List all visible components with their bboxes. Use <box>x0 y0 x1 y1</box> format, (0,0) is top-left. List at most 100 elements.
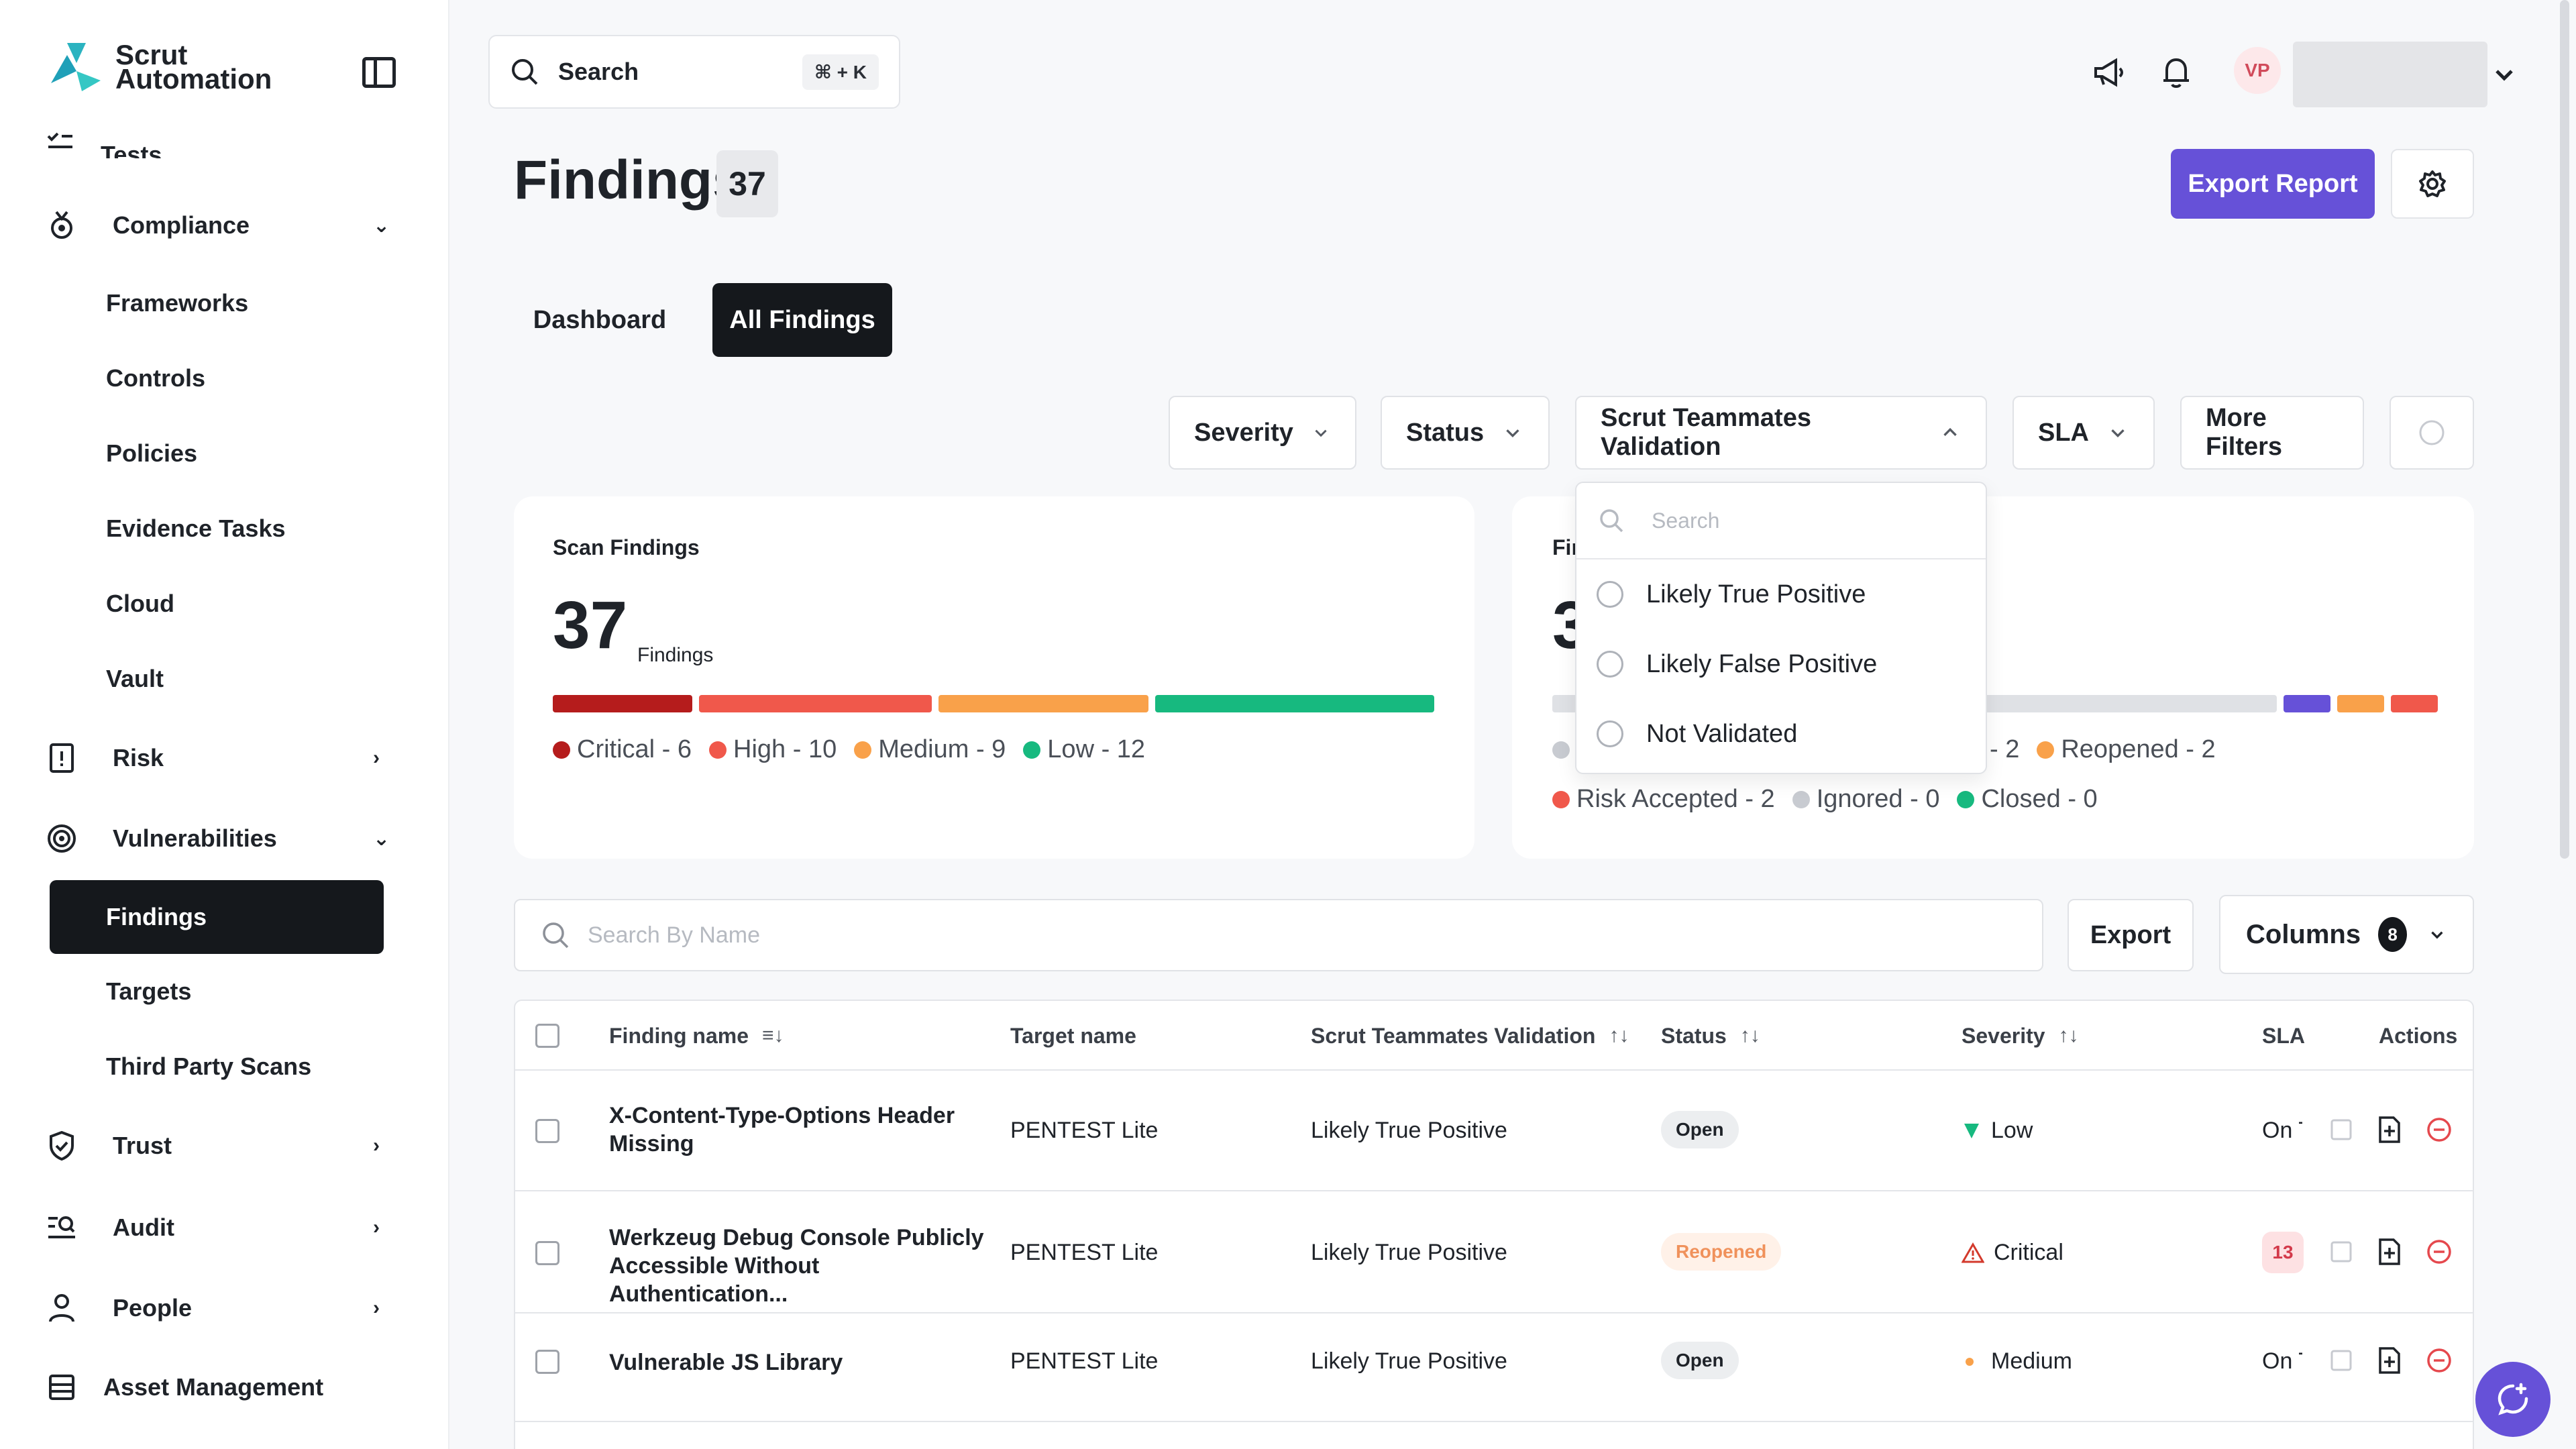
bell-icon[interactable] <box>2157 54 2195 91</box>
sidebar-item-risk[interactable]: Risk › <box>47 738 380 778</box>
gear-icon <box>2419 170 2446 197</box>
header-actions: Actions <box>2379 1023 2458 1048</box>
select-all-checkbox[interactable] <box>535 1024 559 1048</box>
tab-dashboard[interactable]: Dashboard <box>514 283 686 357</box>
sidebar-item-trust[interactable]: Trust › <box>47 1126 380 1166</box>
remove-icon[interactable] <box>2424 1115 2454 1144</box>
sidebar-item-third-party-scans[interactable]: Third Party Scans <box>106 1048 311 1085</box>
validation-value: Likely True Positive <box>1311 1348 1507 1374</box>
collapse-sidebar-icon[interactable] <box>362 57 396 88</box>
table-row[interactable]: X-Content-Type-Options Header Missing PE… <box>515 1071 2473 1191</box>
columns-button[interactable]: Columns 8 <box>2219 895 2474 974</box>
option-likely-false-positive[interactable]: Likely False Positive <box>1576 629 1986 699</box>
table-row[interactable]: Vulnerable JS Library PENTEST Lite Likel… <box>515 1315 2473 1422</box>
search-by-name-input[interactable]: Search By Name <box>514 899 2043 971</box>
logo[interactable]: Scrut Automation <box>47 40 272 94</box>
avatar[interactable]: VP <box>2234 47 2281 94</box>
filter-severity[interactable]: Severity <box>1169 396 1356 470</box>
sort-icon[interactable]: ↑↓ <box>1609 1024 1629 1047</box>
ticket-icon[interactable] <box>2326 1115 2356 1144</box>
user-name-placeholder[interactable] <box>2293 42 2487 107</box>
sidebar-item-audit-label: Audit <box>113 1214 174 1241</box>
ticket-icon[interactable] <box>2326 1237 2356 1267</box>
finding-name[interactable]: X-Content-Type-Options Header Missing <box>609 1102 985 1158</box>
settings-button[interactable] <box>2391 149 2474 219</box>
header-severity[interactable]: Severity ↑↓ <box>1962 1001 2079 1071</box>
status-bar-segment <box>2337 695 2384 712</box>
sidebar-item-vulnerabilities[interactable]: Vulnerabilities ⌄ <box>47 818 390 859</box>
page-scrollbar[interactable] <box>2560 0 2569 859</box>
option-likely-true-positive[interactable]: Likely True Positive <box>1576 559 1986 629</box>
sidebar-item-people[interactable]: People › <box>47 1288 380 1328</box>
row-checkbox[interactable] <box>535 1241 559 1265</box>
filter-severity-label: Severity <box>1194 418 1293 447</box>
page-title: Findings <box>514 150 743 211</box>
search-label: Search <box>558 58 639 85</box>
sidebar-item-cloud[interactable]: Cloud <box>106 585 174 623</box>
audit-search-icon <box>47 1213 76 1242</box>
remove-icon[interactable] <box>2424 1237 2454 1267</box>
sidebar: Scrut Automation Tests Compliance ⌄ Fram… <box>0 0 449 1449</box>
remove-icon[interactable] <box>2424 1346 2454 1375</box>
refresh-button[interactable] <box>2390 396 2474 470</box>
reopened-dot-icon <box>2037 741 2055 759</box>
filter-sla[interactable]: SLA <box>2012 396 2155 470</box>
chevron-right-icon: › <box>373 1216 380 1238</box>
filter-status[interactable]: Status <box>1381 396 1550 470</box>
ticket-icon[interactable] <box>2326 1346 2356 1375</box>
option-not-validated[interactable]: Not Validated <box>1576 699 1986 769</box>
sidebar-item-evidence-tasks[interactable]: Evidence Tasks <box>106 510 286 547</box>
tab-all-findings[interactable]: All Findings <box>712 283 892 357</box>
sidebar-item-controls[interactable]: Controls <box>106 360 205 397</box>
legend-closed: Closed - 0 <box>1957 785 2098 814</box>
finding-name[interactable]: Werkzeug Debug Console Publicly Accessib… <box>609 1224 985 1308</box>
legend-high: High - 10 <box>709 735 837 764</box>
export-report-button[interactable]: Export Report <box>2171 149 2375 219</box>
sort-icon[interactable]: ↑↓ <box>1740 1024 1760 1047</box>
add-document-icon[interactable] <box>2375 1237 2404 1267</box>
header-validation[interactable]: Scrut Teammates Validation ↑↓ <box>1311 1001 1629 1071</box>
filter-scrut-teammates-validation[interactable]: Scrut Teammates Validation <box>1575 396 1987 470</box>
chat-support-button[interactable] <box>2475 1362 2551 1437</box>
add-document-icon[interactable] <box>2375 1346 2404 1375</box>
export-button[interactable]: Export <box>2068 899 2194 971</box>
megaphone-icon[interactable] <box>2090 54 2128 91</box>
risk-accepted-dot-icon <box>1552 790 1570 808</box>
status-badge: Open <box>1661 1111 1739 1148</box>
add-document-icon[interactable] <box>2375 1115 2404 1144</box>
sort-desc-icon[interactable]: ≡↓ <box>762 1024 784 1047</box>
dropdown-search-input[interactable]: Search <box>1576 483 1986 559</box>
asset-list-icon <box>47 1373 76 1402</box>
radio-icon[interactable] <box>1597 581 1623 608</box>
sidebar-item-frameworks[interactable]: Frameworks <box>106 284 248 322</box>
row-checkbox[interactable] <box>535 1119 559 1143</box>
sort-icon[interactable]: ↑↓ <box>2059 1024 2079 1047</box>
medium-dot-icon <box>1966 1357 1974 1366</box>
filter-validation-label: Scrut Teammates Validation <box>1601 404 1811 461</box>
filter-more-filters[interactable]: More Filters <box>2180 396 2364 470</box>
sidebar-item-vault[interactable]: Vault <box>106 660 164 698</box>
row-checkbox[interactable] <box>535 1350 559 1374</box>
sidebar-item-asset-management[interactable]: Asset Management <box>47 1367 323 1407</box>
table-row[interactable]: Werkzeug Debug Console Publicly Accessib… <box>515 1193 2473 1313</box>
sidebar-item-compliance[interactable]: Compliance ⌄ <box>47 205 390 246</box>
severity-bar-segment <box>938 695 1148 712</box>
finding-name[interactable]: Vulnerable JS Library <box>609 1348 985 1377</box>
global-search[interactable]: Search ⌘ + K <box>488 35 900 109</box>
ignored-dot-icon <box>1792 790 1810 808</box>
chevron-down-icon[interactable] <box>2487 58 2521 91</box>
findings-count-badge: 37 <box>716 150 778 217</box>
sidebar-item-compliance-label: Compliance <box>113 211 250 239</box>
refresh-icon <box>2419 420 2445 445</box>
sidebar-item-audit[interactable]: Audit › <box>47 1208 380 1248</box>
sidebar-item-findings[interactable]: Findings <box>50 880 384 954</box>
radio-icon[interactable] <box>1597 651 1623 678</box>
sidebar-item-tests[interactable]: Tests <box>47 131 162 158</box>
status-bar-segment <box>2391 695 2438 712</box>
sidebar-item-policies[interactable]: Policies <box>106 435 197 472</box>
radio-icon[interactable] <box>1597 720 1623 747</box>
sidebar-item-targets[interactable]: Targets <box>106 973 191 1010</box>
sla-value: On T <box>2262 1348 2302 1374</box>
header-finding-name[interactable]: Finding name ≡↓ <box>609 1001 784 1071</box>
header-status[interactable]: Status ↑↓ <box>1661 1001 1760 1071</box>
